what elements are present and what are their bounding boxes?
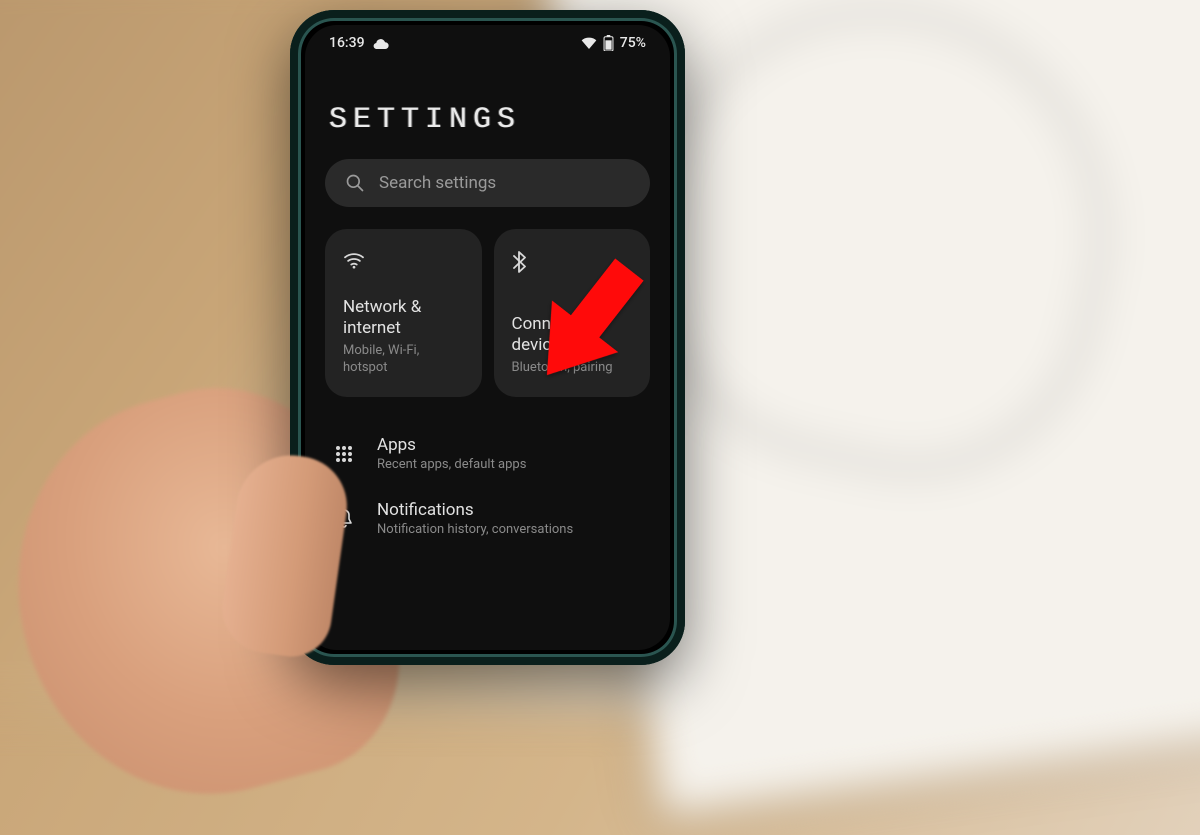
apps-icon [335,445,353,463]
battery-percent: 75% [620,35,646,51]
status-time: 16:39 [329,35,365,51]
wifi-status-icon [581,37,597,49]
list-title: Apps [377,435,642,455]
page-title: SETTINGS [305,55,670,159]
list-subtitle: Recent apps, default apps [377,457,642,472]
list-subtitle: Notification history, conversations [377,522,642,537]
list-item-apps[interactable]: Apps Recent apps, default apps [305,421,670,486]
tile-subtitle: Mobile, Wi-Fi, hotspot [343,343,464,377]
tile-network-internet[interactable]: Network & internet Mobile, Wi-Fi, hotspo… [325,229,482,397]
search-placeholder: Search settings [379,173,496,193]
list-title: Notifications [377,500,642,520]
search-settings-button[interactable]: Search settings [325,159,650,207]
battery-icon [603,35,614,51]
status-bar: 16:39 75% [305,25,670,55]
wifi-icon [343,251,365,269]
bluetooth-icon [512,251,526,273]
search-icon [345,173,365,193]
cloud-icon [371,37,389,49]
list-item-notifications[interactable]: Notifications Notification history, conv… [305,486,670,551]
tile-title: Network & internet [343,297,464,340]
